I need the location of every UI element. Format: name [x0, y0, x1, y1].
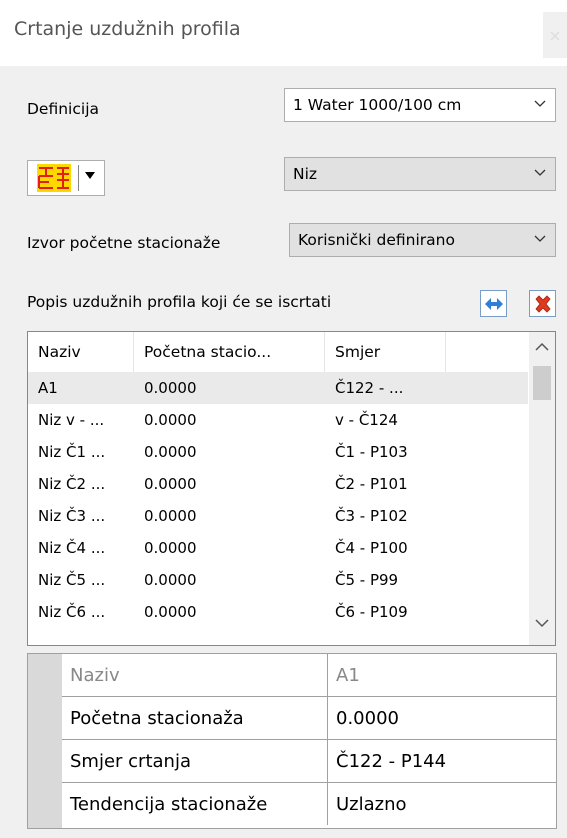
row-pocetna: 0.0000 [144, 507, 197, 525]
izvor-select[interactable]: Korisnički definirano [289, 223, 556, 257]
dropdown-arrow-icon[interactable] [85, 172, 95, 179]
row-smjer: Č1 - P103 [335, 443, 408, 461]
row-naziv: Niz Č6 ... [38, 603, 106, 621]
list-header: Naziv Početna stacio... Smjer [28, 332, 528, 372]
row-smjer: v - Č124 [335, 411, 398, 429]
vertical-scrollbar[interactable] [529, 332, 555, 645]
window-title: Crtanje uzdužnih profila [14, 18, 241, 40]
row-naziv: A1 [38, 379, 58, 397]
row-pocetna: 0.0000 [144, 411, 197, 429]
row-smjer: Č2 - P101 [335, 475, 408, 493]
table-row[interactable]: Niz v - ... 0.0000 v - Č124 [28, 404, 528, 436]
close-button[interactable]: × [543, 12, 567, 58]
row-naziv: Niz Č2 ... [38, 475, 106, 493]
row-pocetna: 0.0000 [144, 443, 197, 461]
swap-direction-button[interactable] [480, 290, 507, 317]
row-naziv: Niz v - ... [38, 411, 105, 429]
row-smjer: Č6 - P109 [335, 603, 408, 621]
definicija-select[interactable]: 1 Water 1000/100 cm [284, 88, 556, 122]
row-smjer: Č122 - ... [335, 379, 404, 397]
row-smjer: Č4 - P100 [335, 539, 408, 557]
property-row[interactable]: Tendencija stacionaže Uzlazno [62, 783, 556, 826]
property-key: Tendencija stacionaže [62, 783, 328, 825]
property-value[interactable]: Č122 - P144 [328, 740, 556, 782]
property-key: Naziv [62, 654, 328, 696]
delete-x-icon [534, 294, 551, 313]
table-row[interactable]: Niz Č5 ... 0.0000 Č5 - P99 [28, 564, 528, 596]
row-pocetna: 0.0000 [144, 379, 197, 397]
property-key: Početna stacionaža [62, 697, 328, 739]
property-grid-margin [28, 654, 62, 828]
izvor-label: Izvor početne stacionaže [27, 234, 221, 252]
table-row[interactable]: Niz Č3 ... 0.0000 Č3 - P102 [28, 500, 528, 532]
property-value[interactable]: 0.0000 [328, 697, 556, 739]
profile-list[interactable]: Naziv Početna stacio... Smjer A1 0.0000 … [27, 331, 556, 646]
row-pocetna: 0.0000 [144, 571, 197, 589]
row-pocetna: 0.0000 [144, 603, 197, 621]
button-separator [78, 165, 79, 191]
profile-style-button[interactable] [27, 160, 105, 196]
scroll-down-icon[interactable] [535, 618, 549, 628]
property-grid: Naziv A1 Početna stacionaža 0.0000 Smjer… [27, 653, 557, 829]
property-row[interactable]: Smjer crtanja Č122 - P144 [62, 740, 556, 783]
scroll-up-icon[interactable] [535, 342, 549, 352]
chevron-down-icon [534, 100, 546, 107]
chevron-down-icon [534, 169, 546, 176]
column-header-smjer[interactable]: Smjer [325, 332, 446, 372]
table-row[interactable]: Niz Č1 ... 0.0000 Č1 - P103 [28, 436, 528, 468]
table-row[interactable]: Niz Č2 ... 0.0000 Č2 - P101 [28, 468, 528, 500]
row-naziv: Niz Č5 ... [38, 571, 106, 589]
table-row[interactable]: Niz Č6 ... 0.0000 Č6 - P109 [28, 596, 528, 628]
swap-arrows-icon [484, 297, 503, 310]
column-header-pocetna[interactable]: Početna stacio... [134, 332, 325, 372]
scrollbar-thumb[interactable] [533, 366, 551, 400]
direction-value: Niz [293, 165, 318, 183]
list-label: Popis uzdužnih profila koji će se iscrta… [27, 293, 332, 311]
row-pocetna: 0.0000 [144, 539, 197, 557]
property-key: Smjer crtanja [62, 740, 328, 782]
izvor-value: Korisnički definirano [298, 231, 455, 249]
table-row[interactable]: A1 0.0000 Č122 - ... [28, 372, 528, 404]
row-naziv: Niz Č4 ... [38, 539, 106, 557]
definicija-value: 1 Water 1000/100 cm [293, 96, 462, 114]
close-icon: × [548, 25, 562, 45]
title-bar: Crtanje uzdužnih profila × [0, 0, 567, 66]
row-smjer: Č5 - P99 [335, 571, 399, 589]
row-naziv: Niz Č1 ... [38, 443, 106, 461]
property-row[interactable]: Početna stacionaža 0.0000 [62, 697, 556, 740]
property-value: A1 [336, 664, 360, 686]
row-naziv: Niz Č3 ... [38, 507, 106, 525]
row-smjer: Č3 - P102 [335, 507, 408, 525]
table-row[interactable]: Niz Č4 ... 0.0000 Č4 - P100 [28, 532, 528, 564]
column-header-naziv[interactable]: Naziv [28, 332, 134, 372]
property-row: Naziv A1 [62, 654, 556, 697]
profile-grid-icon [37, 164, 71, 192]
property-value[interactable]: Uzlazno [328, 783, 556, 825]
chevron-down-icon [534, 235, 546, 242]
definicija-label: Definicija [27, 100, 99, 118]
delete-button[interactable] [529, 290, 556, 317]
row-pocetna: 0.0000 [144, 475, 197, 493]
direction-select[interactable]: Niz [284, 157, 556, 191]
